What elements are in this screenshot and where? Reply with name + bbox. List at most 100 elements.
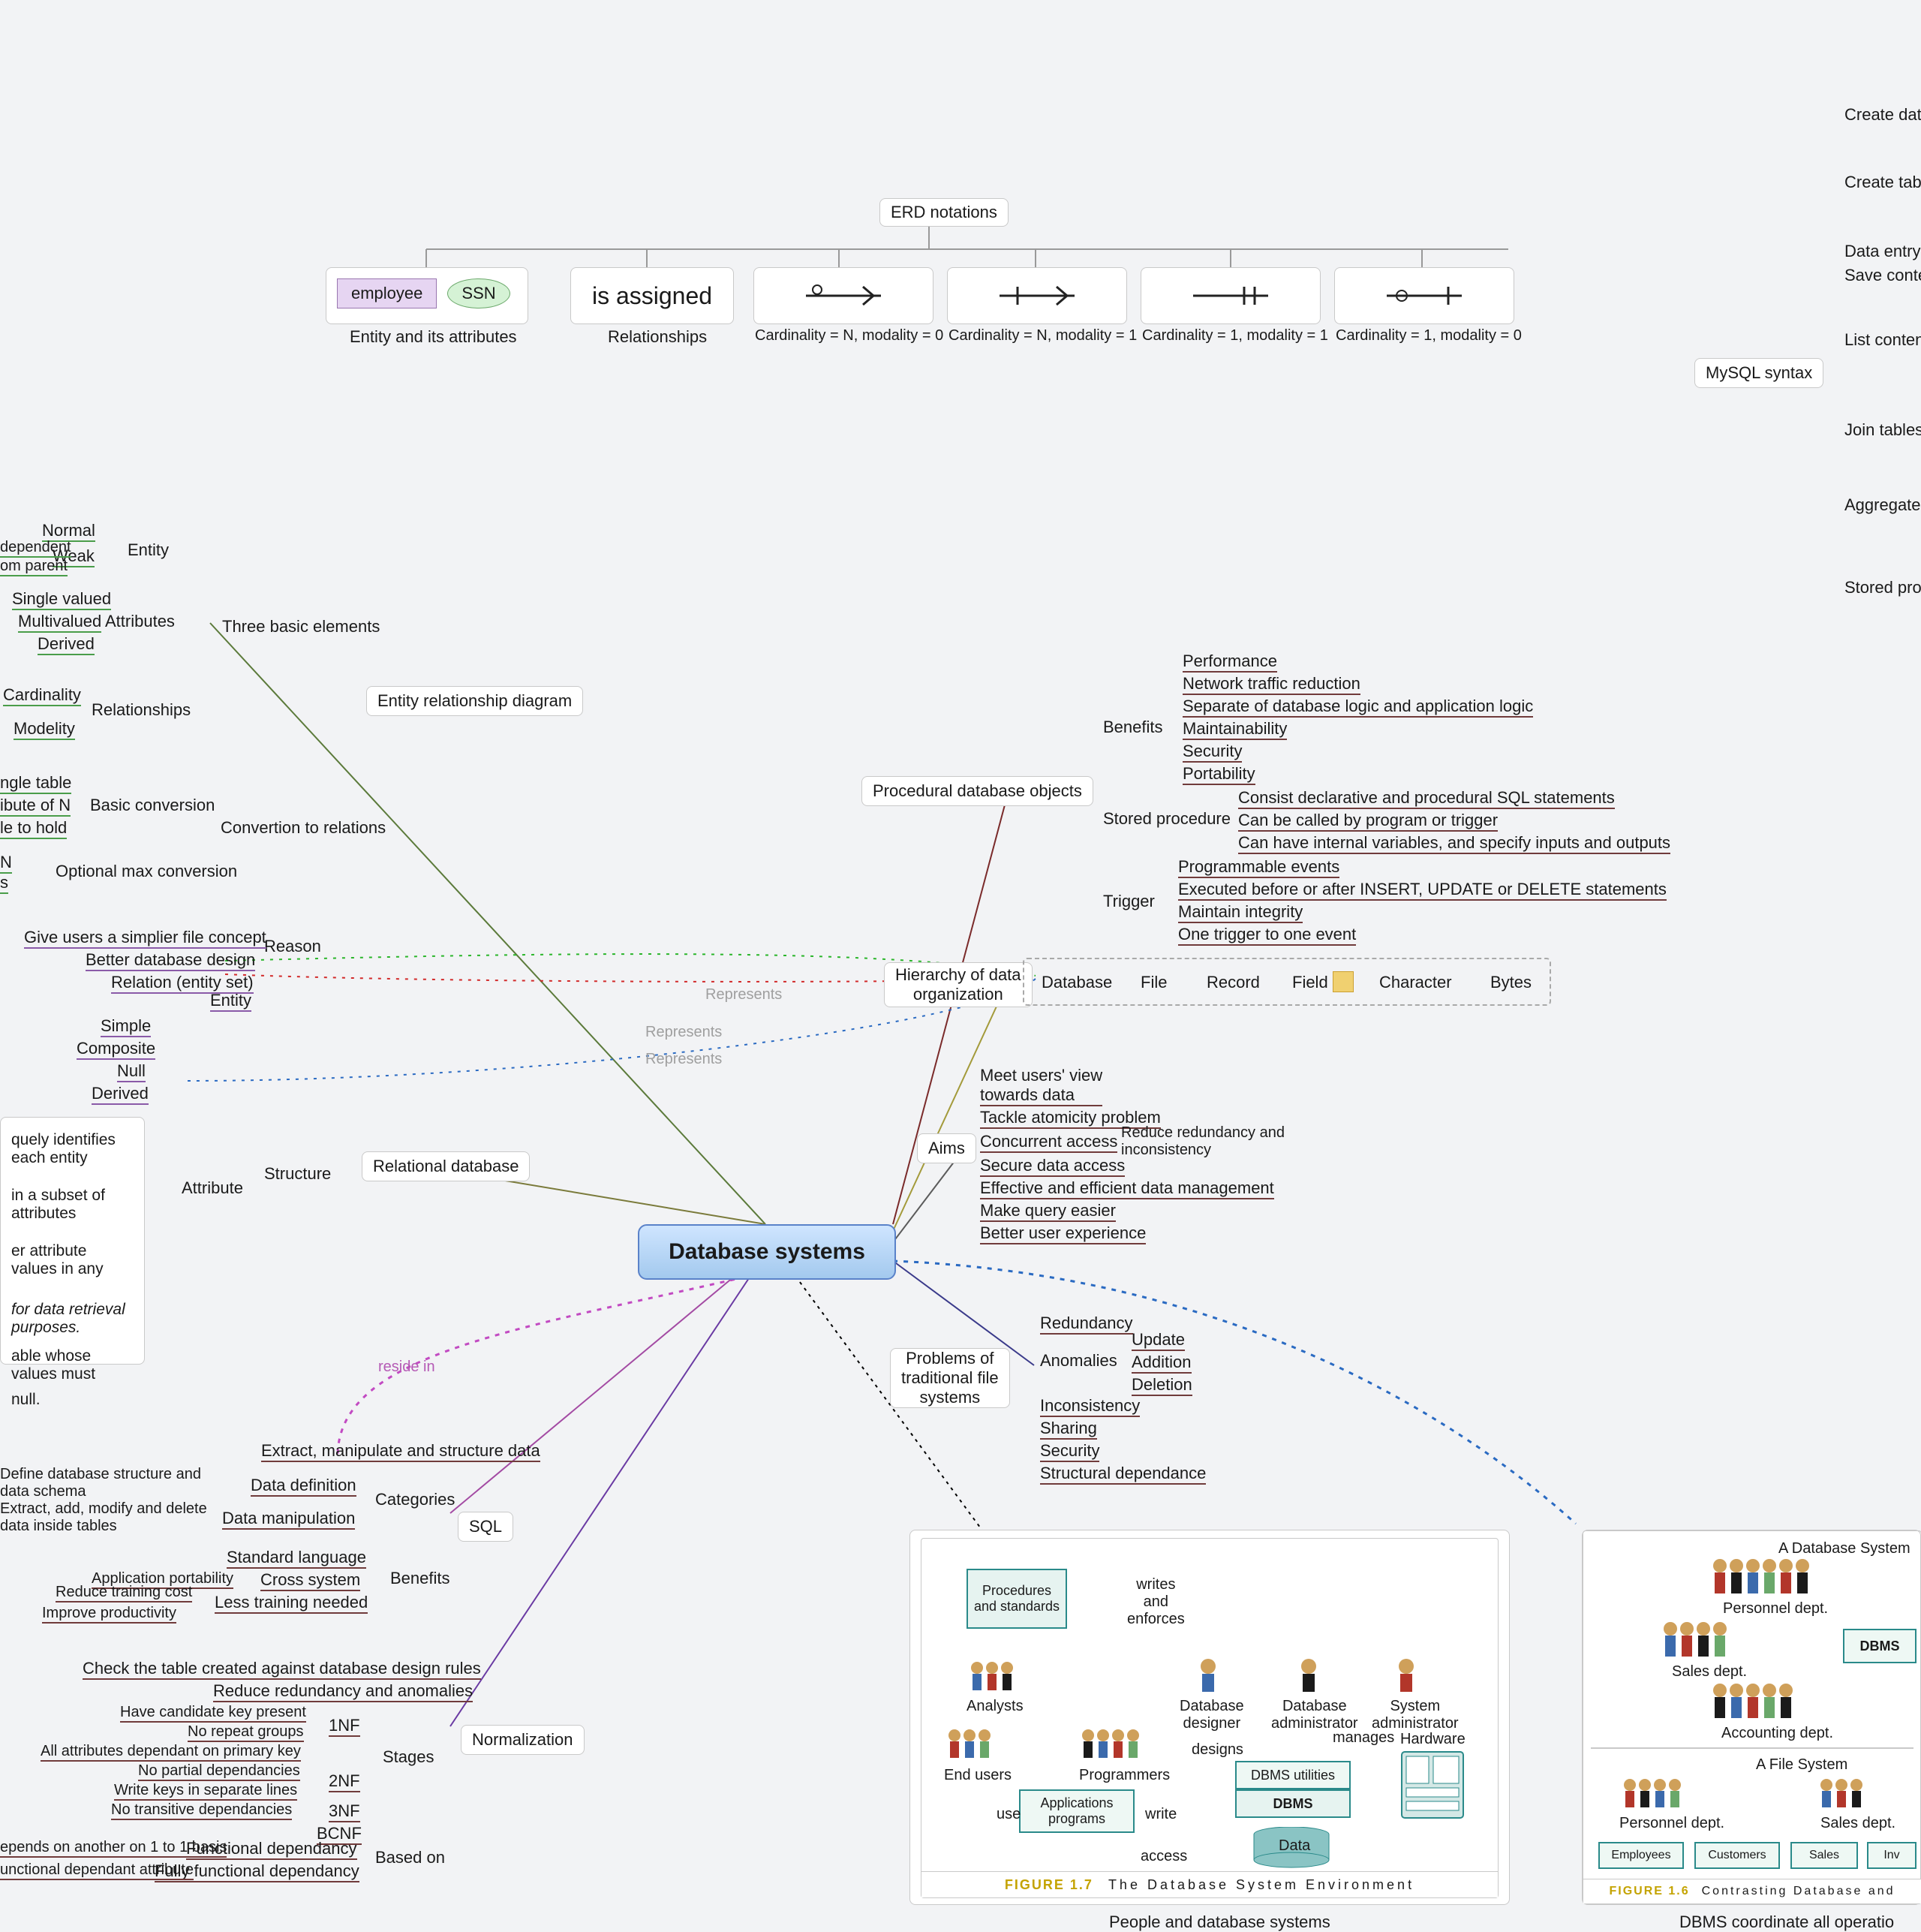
structure-label: Structure — [264, 1164, 331, 1184]
sp-0: Consist declarative and procedural SQL s… — [1238, 788, 1615, 809]
dbmsutils-box: DBMS utilities — [1235, 1761, 1351, 1789]
trig-0: Programmable events — [1178, 857, 1339, 878]
erd-entity-attrs-card: employee SSN — [326, 267, 528, 324]
normalization-node[interactable]: Normalization — [461, 1725, 585, 1755]
mysql-item-4: List content — [1844, 330, 1921, 350]
cardinality-label-1: Cardinality = N, modality = 0 — [755, 327, 943, 345]
dbms-right-label: DBMS — [1860, 1639, 1900, 1654]
mysql-item-6: Aggregate fun — [1844, 495, 1921, 515]
aims-2-note: Reduce redundancy and inconsistency — [1121, 1124, 1285, 1159]
mysql-item-7: Stored procedu — [1844, 578, 1921, 597]
endusers-label: End users — [944, 1767, 1012, 1784]
prob-0: Redundancy — [1040, 1314, 1133, 1335]
personnel-people-icon — [1711, 1557, 1846, 1599]
hierarchy-node[interactable]: Hierarchy of data organization — [884, 962, 1033, 1007]
relationships-label: Relationships — [92, 700, 191, 720]
procedural-node[interactable]: Procedural database objects — [861, 776, 1093, 806]
problems-label: Problems of traditional file systems — [901, 1349, 999, 1407]
dbdesigner-label: Database designer — [1180, 1698, 1244, 1732]
sql-node[interactable]: SQL — [458, 1512, 513, 1542]
dept-0: Personnel dept. — [1723, 1600, 1828, 1618]
proc-benefits: Benefits — [1103, 718, 1163, 737]
attribute-notes-card: quely identifies each entity in a subset… — [0, 1117, 145, 1365]
anom-0: Update — [1132, 1330, 1185, 1351]
sql-datadef-note: Define database structure and data schem… — [0, 1466, 201, 1500]
rel-attr-1: Composite — [77, 1039, 155, 1060]
prob-5: Structural dependance — [1040, 1464, 1206, 1485]
data-label: Data — [1279, 1837, 1310, 1855]
programmers-icon — [1079, 1726, 1154, 1764]
file-title: A File System — [1756, 1756, 1847, 1774]
apps-label: Applications programs — [1040, 1795, 1113, 1827]
attr-note-3: for data retrieval purposes. — [11, 1301, 134, 1337]
dbdesigner-icon — [1196, 1657, 1226, 1695]
right-card-title: DBMS coordinate all operatio — [1679, 1912, 1894, 1932]
sql-datadef: Data definition — [251, 1476, 356, 1497]
mysql-item-0: Create databas — [1844, 105, 1921, 125]
sql-label: SQL — [469, 1517, 502, 1536]
optmax-n: N — [0, 853, 12, 874]
full-func-dep-note: unctional dependant attribute — [0, 1861, 194, 1880]
erd-relationships-card: is assigned — [570, 267, 734, 324]
relational-node[interactable]: Relational database — [362, 1151, 530, 1181]
convertion-label: Convertion to relations — [221, 818, 386, 838]
aims-node[interactable]: Aims — [917, 1133, 976, 1163]
entity-weak-note2: om parent — [0, 558, 68, 576]
stored-proc: Stored procedure — [1103, 809, 1231, 829]
nf2b: Write keys in separate lines — [114, 1782, 297, 1801]
basic-conv-label: Basic conversion — [90, 796, 215, 815]
dbmsutils-label: DBMS utilities — [1251, 1768, 1335, 1783]
right-fig-sub: Contrasting Database and — [1702, 1885, 1895, 1898]
normalization-label: Normalization — [472, 1730, 573, 1750]
optmax-s: s — [0, 873, 8, 894]
crowfoot-many-optional-icon — [798, 282, 888, 309]
sp-1: Can be called by program or trigger — [1238, 811, 1498, 832]
filedb-0-label: Employees — [1611, 1849, 1670, 1862]
attributes-label: Attributes — [105, 612, 175, 631]
dbms-right-box: DBMS — [1843, 1629, 1916, 1663]
dbms-card: A Database System Personnel dept. Sales … — [1582, 1530, 1921, 1905]
three-basic-label: Three basic elements — [222, 617, 380, 636]
rel-attr-0: Simple — [101, 1016, 151, 1037]
cardinality-label-2: Cardinality = N, modality = 1 — [948, 327, 1137, 345]
er-diagram-node[interactable]: Entity relationship diagram — [366, 686, 583, 716]
proc-b2: Separate of database logic and applicati… — [1183, 697, 1533, 718]
trig-1: Executed before or after INSERT, UPDATE … — [1178, 880, 1667, 901]
attr-note-4: able whose values must — [11, 1347, 134, 1383]
sys-title: A Database System — [1778, 1540, 1910, 1557]
edge-designs: designs — [1192, 1741, 1243, 1759]
cardinality-card-3 — [1141, 267, 1321, 324]
erd-notations-label: ERD notations — [891, 203, 997, 222]
filedb-3: Inv — [1867, 1842, 1916, 1869]
norm-reduce: Reduce redundancy and anomalies — [213, 1681, 473, 1702]
problems-node[interactable]: Problems of traditional file systems — [890, 1348, 1010, 1408]
filedb-2-label: Sales — [1809, 1849, 1839, 1862]
attr-note-2: er attribute values in any — [11, 1242, 134, 1278]
accounting-people-icon — [1711, 1681, 1831, 1723]
prob-2: Inconsistency — [1040, 1396, 1140, 1417]
basic-item-1: ibute of N — [0, 796, 71, 817]
proc-b3: Maintainability — [1183, 719, 1287, 740]
modelity-label: Modelity — [14, 719, 75, 740]
dept-2: Accounting dept. — [1721, 1725, 1833, 1742]
field-note-icon — [1333, 971, 1354, 992]
central-node[interactable]: Database systems — [638, 1224, 896, 1280]
erd-relationships-label: Relationships — [608, 327, 707, 347]
filedb-1-label: Customers — [1708, 1849, 1766, 1862]
aims-2: Concurrent access — [980, 1132, 1117, 1153]
endusers-icon — [945, 1726, 1006, 1764]
attribute-label: Attribute — [182, 1178, 243, 1198]
basic-item-0: ngle table — [0, 773, 71, 794]
sql-b3: Less training needed — [215, 1593, 368, 1614]
crowfoot-many-mandatory-icon — [992, 282, 1082, 309]
erd-notations-node[interactable]: ERD notations — [879, 198, 1009, 227]
nf2a: No partial dependancies — [138, 1762, 300, 1781]
filedb-3-label: Inv — [1883, 1849, 1899, 1862]
prob-3: Sharing — [1040, 1419, 1097, 1440]
programmers-label: Programmers — [1079, 1767, 1170, 1784]
mysql-syntax-node[interactable]: MySQL syntax — [1694, 358, 1823, 388]
mysql-item-2: Data entry — [1844, 242, 1921, 261]
mysql-syntax-label: MySQL syntax — [1706, 363, 1812, 383]
cardinality-card-1 — [753, 267, 933, 324]
sales-people-icon — [1661, 1620, 1766, 1662]
